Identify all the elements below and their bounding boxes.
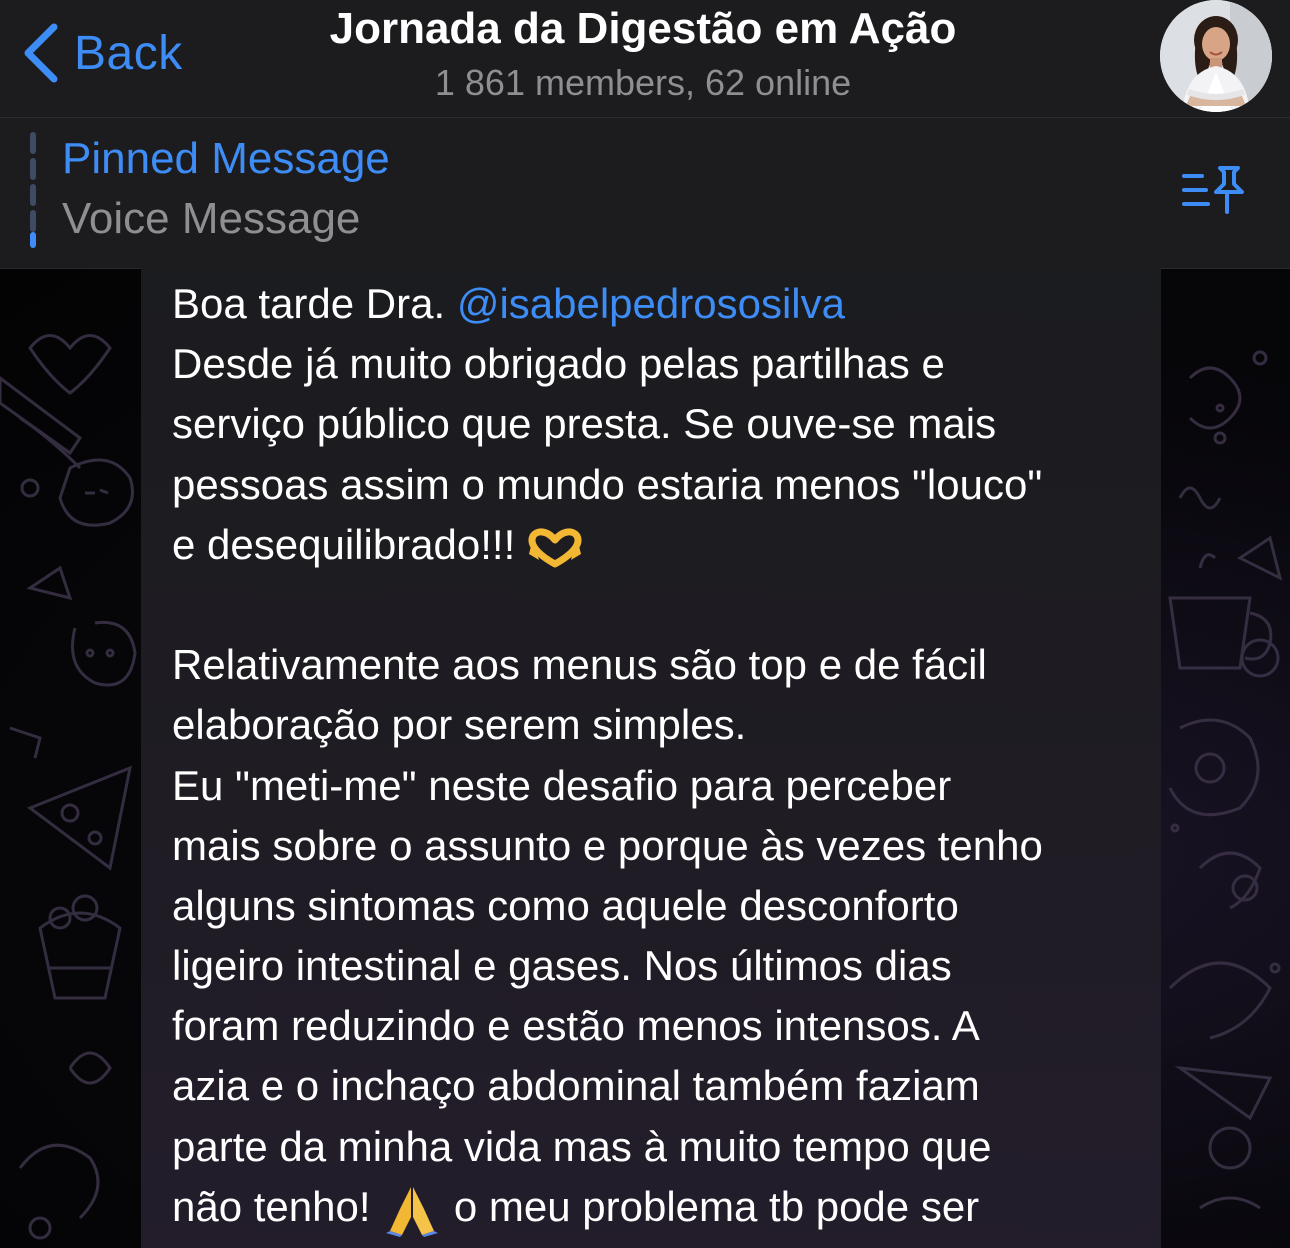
message-line: pessoas assim o mundo estaria menos "lou… (172, 460, 1043, 508)
chevron-left-icon (24, 23, 58, 83)
message-line-text: e desequilibrado!!! (172, 520, 527, 568)
message-line: Desde já muito obrigado pelas partilhas … (172, 340, 945, 388)
message-line (172, 575, 1147, 635)
message-line: alguns sintomas como aquele desconforto (172, 881, 959, 929)
greeting-text: Boa tarde Dra. (172, 280, 457, 327)
message-line: azia e o inchaço abdominal também faziam (172, 1062, 980, 1110)
chat-avatar[interactable] (1160, 0, 1272, 112)
chat-header[interactable]: Jornada da Digestão em Ação 1 861 member… (240, 0, 1046, 106)
message-line: Relativamente aos menus são top e de fác… (172, 641, 987, 689)
message-line: e desequilibrado!!! (172, 515, 1147, 575)
heart-hands-emoji (528, 528, 582, 568)
message-line: serviço público que presta. Se ouve-se m… (172, 400, 997, 448)
pin-list-icon[interactable] (1178, 162, 1248, 218)
message-line: não tenho! o meu problema tb pode ser (172, 1177, 1147, 1237)
folded-hands-emoji (386, 1186, 439, 1237)
navigation-bar: Back Jornada da Digestão em Ação 1 861 m… (0, 0, 1290, 118)
avatar-photo (1160, 0, 1272, 112)
message-line: foram reduzindo e estão menos intensos. … (172, 1002, 980, 1050)
message-line: Boa tarde Dra. @isabelpedrososilva (172, 274, 1147, 334)
message-line-text: o meu problema tb pode ser (442, 1182, 980, 1230)
telegram-chat-screen: Back Jornada da Digestão em Ação 1 861 m… (0, 0, 1290, 1248)
message-line: mais sobre o assunto e porque às vezes t… (172, 821, 1043, 869)
message-line: Eu "meti-me" neste desafio para perceber (172, 761, 952, 809)
message-text: Boa tarde Dra. @isabelpedrososilva Desde… (172, 274, 1147, 1237)
chat-member-count: 1 861 members, 62 online (434, 62, 852, 103)
message-bubble[interactable]: Boa tarde Dra. @isabelpedrososilva Desde… (141, 268, 1161, 1248)
message-line-text: não tenho! (172, 1182, 383, 1230)
message-line: ligeiro intestinal e gases. Nos últimos … (172, 942, 952, 990)
pinned-position-indicator (30, 132, 36, 248)
chat-title: Jornada da Digestão em Ação (329, 4, 957, 53)
message-line: elaboração por serem simples. (172, 701, 747, 749)
mention-link[interactable]: @isabelpedrososilva (457, 280, 845, 327)
pinned-message-preview: Voice Message (62, 194, 361, 243)
back-label: Back (74, 26, 183, 80)
pinned-message-title: Pinned Message (62, 134, 390, 183)
pinned-message-bar[interactable]: Pinned Message Voice Message (0, 118, 1290, 269)
back-button[interactable]: Back (20, 18, 183, 88)
message-line: parte da minha vida mas à muito tempo qu… (172, 1122, 992, 1170)
